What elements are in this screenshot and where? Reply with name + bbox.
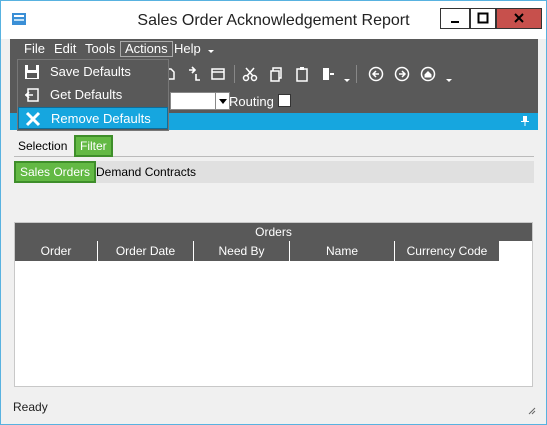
- menu-file[interactable]: File: [20, 41, 49, 57]
- menu-item-label: Save Defaults: [50, 64, 131, 79]
- home-icon[interactable]: [420, 66, 436, 82]
- back-arrow-icon[interactable]: [368, 66, 384, 82]
- menu-tools[interactable]: Tools: [81, 41, 119, 57]
- close-button[interactable]: [496, 8, 542, 29]
- menu-item-remove-defaults[interactable]: Remove Defaults: [18, 107, 168, 129]
- close-icon: [514, 13, 524, 23]
- column-header-name[interactable]: Name: [290, 241, 395, 261]
- tab-sales-orders[interactable]: Sales Orders: [14, 161, 97, 183]
- copy-icon[interactable]: [268, 66, 284, 82]
- toolbar-separator: [234, 65, 235, 83]
- window-icon[interactable]: [210, 66, 226, 82]
- tab-filter[interactable]: Filter: [74, 135, 113, 157]
- menu-bar: File Edit Tools Actions Help: [10, 39, 538, 59]
- cut-icon[interactable]: [242, 66, 258, 82]
- toolbar-separator: [356, 65, 357, 83]
- tab-demand-contracts[interactable]: Demand Contracts: [92, 161, 200, 183]
- combo-dropdown-button[interactable]: [215, 93, 229, 109]
- title-bar[interactable]: Sales Order Acknowledgement Report: [1, 1, 546, 39]
- actions-menu: Save Defaults Get Defaults Remove Defaul…: [17, 59, 169, 131]
- menu-item-save-defaults[interactable]: Save Defaults: [18, 61, 168, 83]
- menu-actions[interactable]: Actions: [120, 41, 173, 57]
- pin-icon[interactable]: [520, 115, 530, 127]
- content-panel: Selection Filter Sales Orders Demand Con…: [10, 130, 538, 417]
- main-tab-strip: Selection Filter: [14, 135, 534, 157]
- orders-grid[interactable]: Orders Order Order Date Need By Name Cur…: [14, 222, 533, 387]
- tab-selection[interactable]: Selection: [14, 135, 71, 157]
- toolbar-dropdown-icon[interactable]: [344, 77, 350, 83]
- sub-tab-strip: Sales Orders Demand Contracts: [14, 161, 534, 183]
- menu-item-label: Remove Defaults: [51, 111, 151, 126]
- help-dropdown-icon: [208, 50, 214, 53]
- nav-dropdown-icon[interactable]: [446, 77, 452, 83]
- chevron-down-icon: [219, 99, 227, 104]
- menu-item-get-defaults[interactable]: Get Defaults: [18, 84, 168, 106]
- report-window: Sales Order Acknowledgement Report File …: [0, 0, 547, 425]
- routing-label: Routing: [229, 94, 274, 109]
- move-arrow-icon[interactable]: [186, 66, 202, 82]
- paste-icon[interactable]: [294, 66, 310, 82]
- floppy-disk-icon: [25, 65, 39, 79]
- maximize-icon: [477, 12, 489, 24]
- column-header-currency-code[interactable]: Currency Code: [395, 241, 500, 261]
- remove-x-icon: [25, 111, 41, 127]
- column-header-order[interactable]: Order: [15, 241, 98, 261]
- maximize-button[interactable]: [470, 8, 496, 29]
- printer-combo[interactable]: [170, 92, 230, 110]
- status-text: Ready: [13, 400, 48, 414]
- menu-item-label: Get Defaults: [50, 87, 123, 102]
- menu-edit[interactable]: Edit: [50, 41, 80, 57]
- minimize-icon: [451, 21, 459, 23]
- import-icon: [24, 88, 39, 102]
- menu-help[interactable]: Help: [170, 41, 205, 57]
- routing-checkbox[interactable]: [278, 94, 291, 107]
- export-icon[interactable]: [320, 66, 336, 82]
- resize-grip-icon[interactable]: [526, 405, 536, 415]
- column-header-order-date[interactable]: Order Date: [98, 241, 194, 261]
- column-header-need-by[interactable]: Need By: [194, 241, 290, 261]
- grid-title: Orders: [15, 223, 532, 241]
- forward-arrow-icon[interactable]: [394, 66, 410, 82]
- minimize-button[interactable]: [440, 8, 470, 29]
